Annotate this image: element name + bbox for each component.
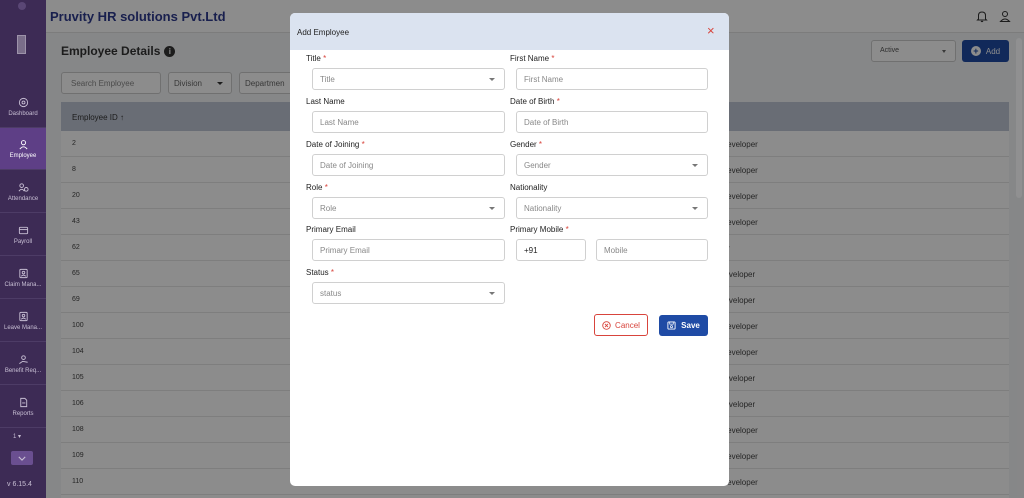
mobile-input[interactable]: Mobile [596, 239, 708, 261]
required-mark: * [551, 54, 555, 63]
save-button[interactable]: Save [659, 315, 708, 336]
caret-down-icon [489, 292, 495, 295]
gender-select[interactable]: Gender [516, 154, 708, 176]
attendance-icon [18, 182, 29, 192]
primary-email-label: Primary Email [306, 225, 356, 234]
caret-down-icon [489, 207, 495, 210]
doj-label: Date of Joining * [306, 140, 365, 149]
last-name-input[interactable]: Last Name [312, 111, 505, 133]
sidebar-item-label: Claim Mana... [4, 281, 42, 288]
chevron-down-icon [18, 456, 26, 461]
page-scrollbar[interactable] [1016, 38, 1022, 198]
first-name-input[interactable]: First Name [516, 68, 708, 90]
sidebar-item-label: Benefit Req... [4, 367, 42, 374]
doj-label-text: Date of Joining [306, 140, 360, 149]
required-mark: * [323, 54, 327, 63]
modal-title: Add Employee [297, 28, 350, 37]
nationality-select-placeholder: Nationality [524, 204, 562, 213]
status-select[interactable]: status [312, 282, 505, 304]
first-name-label-text: First Name [510, 54, 550, 63]
required-mark: * [330, 268, 335, 277]
required-mark: * [361, 140, 365, 149]
cancel-button-label: Cancel [615, 320, 640, 330]
sidebar-item-label: Reports [12, 410, 34, 417]
leave-icon [18, 311, 28, 321]
status-select-placeholder: status [320, 289, 342, 298]
dob-input[interactable]: Date of Birth [516, 111, 708, 133]
sidebar-item-dashboard[interactable]: Dashboard [0, 86, 46, 128]
sidebar-item-attendance[interactable]: Attendance [0, 171, 46, 213]
nationality-select[interactable]: Nationality [516, 197, 708, 219]
sidebar-item-label: Dashboard [8, 110, 38, 117]
sidebar-item-label: Attendance [7, 195, 39, 202]
title-select[interactable]: Title [312, 68, 505, 90]
sidebar-logo [17, 35, 26, 54]
required-mark: * [324, 183, 328, 192]
claim-icon [18, 268, 28, 278]
cancel-button[interactable]: Cancel [594, 314, 648, 336]
sidebar-collapse-button[interactable] [11, 451, 33, 465]
sidebar-item-employee[interactable]: Employee [0, 128, 46, 170]
role-select-placeholder: Role [320, 204, 337, 213]
sidebar-item-claim[interactable]: Claim Mana... [0, 257, 46, 299]
last-name-label: Last Name [306, 97, 345, 106]
close-icon[interactable]: × [707, 24, 715, 37]
dob-label: Date of Birth * [510, 97, 560, 106]
save-button-label: Save [681, 321, 700, 330]
required-mark: * [538, 140, 543, 149]
gender-label-text: Gender [510, 140, 537, 149]
caret-down-icon [692, 164, 698, 167]
sidebar-top [0, 0, 46, 12]
caret-down-icon [692, 207, 698, 210]
employee-icon [18, 139, 28, 149]
app-version: v 6.15.4 [7, 481, 32, 488]
dashboard-icon [18, 97, 28, 107]
save-icon [667, 321, 676, 330]
sidebar-item-leave[interactable]: Leave Mana... [0, 300, 46, 342]
required-mark: * [565, 225, 569, 234]
title-label-text: Title [306, 54, 321, 63]
title-select-placeholder: Title [320, 75, 335, 84]
sidebar-item-benefit[interactable]: Benefit Req... [0, 343, 46, 385]
sidebar-item-label: Leave Mana... [3, 324, 43, 331]
primary-mobile-label: Primary Mobile * [510, 225, 569, 234]
primary-mobile-label-text: Primary Mobile [510, 225, 564, 234]
sidebar-item-payroll[interactable]: Payroll [0, 214, 46, 256]
role-select[interactable]: Role [312, 197, 505, 219]
modal-header: Add Employee × [290, 13, 729, 50]
sidebar-item-reports[interactable]: Reports [0, 386, 46, 428]
country-code-input[interactable]: +91 [516, 239, 586, 261]
doj-input[interactable]: Date of Joining [312, 154, 505, 176]
status-label: Status * [306, 268, 334, 277]
primary-email-input[interactable]: Primary Email [312, 239, 505, 261]
required-mark: * [556, 97, 560, 106]
benefit-icon [18, 354, 28, 364]
gender-label: Gender * [510, 140, 542, 149]
sidebar: Dashboard Employee Attendance Payroll Cl… [0, 0, 46, 498]
reports-icon [19, 397, 27, 407]
title-label: Title * [306, 54, 326, 63]
sidebar-page-indicator[interactable]: 1 ▾ [13, 433, 21, 440]
caret-down-icon [489, 78, 495, 81]
role-label-text: Role [306, 183, 323, 192]
cancel-circle-icon [602, 320, 611, 330]
sidebar-dot [18, 2, 26, 10]
status-label-text: Status [306, 268, 329, 277]
role-label: Role * [306, 183, 328, 192]
nationality-label: Nationality [510, 183, 548, 192]
payroll-icon [18, 226, 28, 234]
gender-select-placeholder: Gender [524, 161, 551, 170]
add-employee-modal: Add Employee × Title * Title First Name … [290, 13, 729, 486]
dob-label-text: Date of Birth [510, 97, 555, 106]
first-name-label: First Name * [510, 54, 554, 63]
sidebar-item-label: Employee [9, 152, 37, 159]
sidebar-item-label: Payroll [13, 238, 33, 245]
